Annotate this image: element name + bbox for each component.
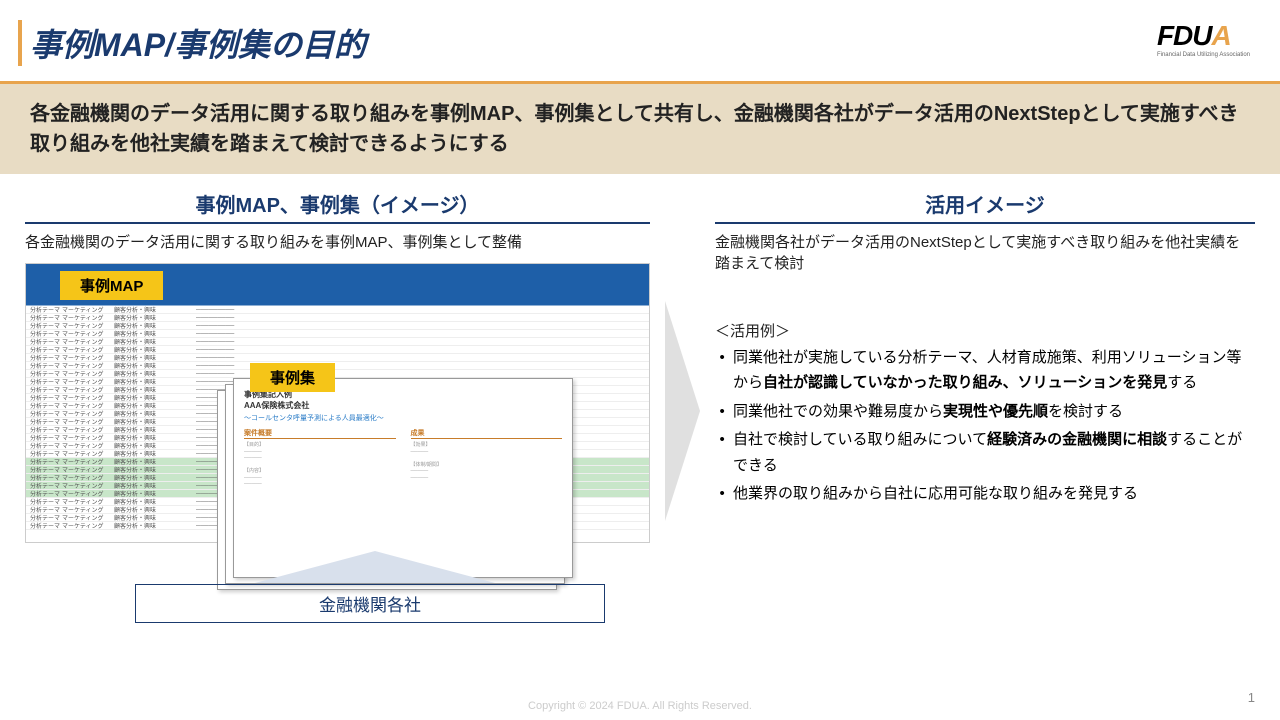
usage-heading: ＜活用例＞ bbox=[715, 319, 1255, 345]
arrow-up-icon bbox=[255, 551, 495, 583]
illustration-area: 分析テーママーケティング顧客分析・興味─────────分析テーママーケティング… bbox=[25, 263, 650, 573]
usage-item: 同業他社での効果や難易度から実現性や優先順を検討する bbox=[715, 399, 1255, 425]
collection-label: 事例集 bbox=[250, 363, 335, 392]
left-section-title: 事例MAP、事例集（イメージ） bbox=[25, 189, 650, 224]
usage-item: 他業界の取り組みから自社に応用可能な取り組みを発見する bbox=[715, 481, 1255, 507]
arrow-right-icon bbox=[665, 301, 700, 521]
bottom-label: 金融機関各社 bbox=[135, 584, 605, 623]
right-section-title: 活用イメージ bbox=[715, 189, 1255, 224]
left-section-desc: 各金融機関のデータ活用に関する取り組みを事例MAP、事例集として整備 bbox=[25, 232, 650, 253]
usage-item: 自社で検討している取り組みについて経験済みの金融機関に相談することができる bbox=[715, 427, 1255, 478]
map-label: 事例MAP bbox=[60, 271, 163, 300]
purpose-statement: 各金融機関のデータ活用に関する取り組みを事例MAP、事例集として共有し、金融機関… bbox=[0, 84, 1280, 174]
right-section-desc: 金融機関各社がデータ活用のNextStepとして実施すべき取り組みを他社実績を踏… bbox=[715, 232, 1255, 274]
page-number: 1 bbox=[1248, 690, 1255, 705]
logo: FDUA Financial Data Utilizing Associatio… bbox=[1157, 20, 1250, 58]
doc-page-front: 事例集記入例 AAA保険株式会社 ～コールセンタ呼量予測による人員最適化～ 案件… bbox=[233, 378, 573, 578]
usage-item: 同業他社が実施している分析テーマ、人材育成施策、利用ソリューション等から自社が認… bbox=[715, 345, 1255, 396]
usage-list: 同業他社が実施している分析テーマ、人材育成施策、利用ソリューション等から自社が認… bbox=[715, 345, 1255, 507]
copyright: Copyright © 2024 FDUA. All Rights Reserv… bbox=[528, 700, 752, 712]
page-title: 事例MAP/事例集の目的 bbox=[30, 20, 366, 66]
